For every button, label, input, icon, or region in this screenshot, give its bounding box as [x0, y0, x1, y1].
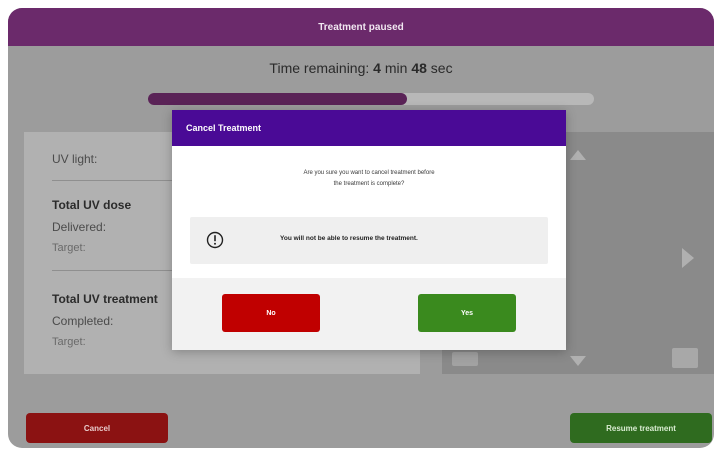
dialog-footer: No Yes [172, 278, 566, 350]
arrow-right-icon[interactable] [682, 248, 694, 268]
cancel-button[interactable]: Cancel [26, 413, 168, 443]
exclamation-circle-icon [206, 231, 224, 249]
progress-bar-fill [148, 93, 407, 105]
no-button[interactable]: No [222, 294, 320, 332]
treatment-target-label: Target: [52, 336, 86, 348]
total-uv-dose-title: Total UV dose [52, 198, 132, 212]
page-title: Treatment paused [318, 21, 404, 33]
dose-target-label: Target: [52, 242, 86, 254]
cancel-treatment-dialog: Cancel Treatment Are you sure you want t… [172, 110, 566, 350]
time-min-unit: min [380, 60, 412, 76]
uv-light-label: UV light: [52, 152, 98, 166]
time-remaining-seconds: 48 [411, 60, 427, 76]
dialog-header: Cancel Treatment [172, 110, 566, 146]
time-remaining-label: Time remaining: [269, 60, 374, 76]
warning-box: You will not be able to resume the treat… [190, 217, 548, 264]
resume-treatment-button[interactable]: Resume treatment [570, 413, 712, 443]
small-control-button[interactable] [452, 352, 478, 366]
dialog-question: Are you sure you want to cancel treatmen… [172, 168, 566, 190]
arrow-down-icon[interactable] [570, 356, 586, 366]
time-sec-unit: sec [426, 60, 453, 76]
dialog-question-line: Are you sure you want to cancel treatmen… [303, 170, 435, 176]
title-bar: Treatment paused [8, 8, 714, 46]
dialog-question-line: the treatment is complete? [333, 181, 405, 187]
dialog-title: Cancel Treatment [186, 123, 262, 133]
total-uv-treatment-title: Total UV treatment [52, 292, 158, 306]
small-control-button[interactable] [672, 348, 698, 368]
arrow-up-icon[interactable] [570, 150, 586, 160]
yes-button[interactable]: Yes [418, 294, 516, 332]
warning-text: You will not be able to resume the treat… [280, 235, 418, 242]
progress-bar [148, 93, 594, 105]
time-remaining: Time remaining: 4 min 48 sec [8, 60, 714, 76]
time-remaining-minutes: 4 [373, 60, 381, 76]
delivered-label: Delivered: [52, 220, 107, 234]
completed-label: Completed: [52, 314, 114, 328]
